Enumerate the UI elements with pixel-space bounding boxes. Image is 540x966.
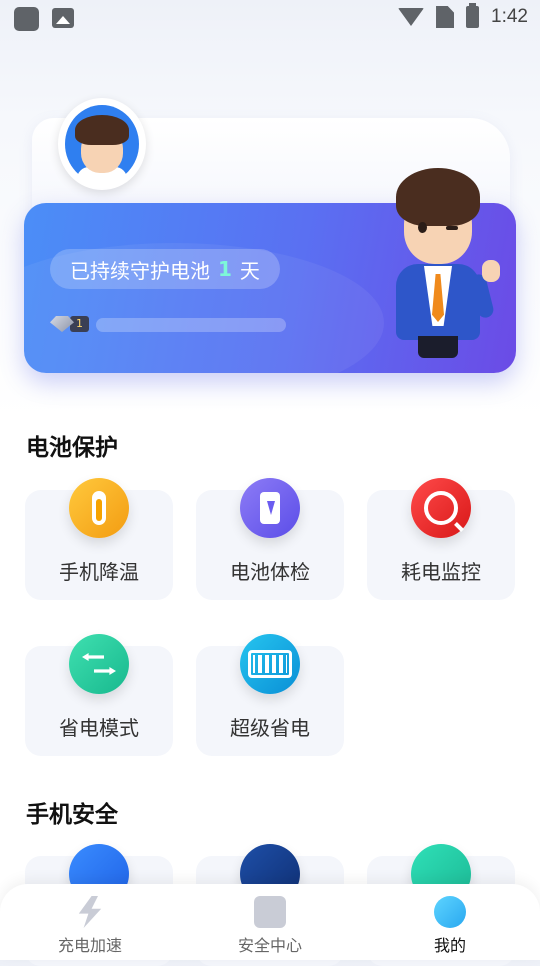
lightning-icon [78,896,102,928]
level-number: 1 [70,316,89,332]
tab-charge-boost[interactable]: 充电加速 [0,884,180,960]
tab-security-center[interactable]: 安全中心 [180,884,360,960]
tile-battery-check[interactable]: 电池体检 [196,478,344,600]
battery-charging-icon [466,3,480,28]
section-title-phone-security: 手机安全 [26,802,118,828]
mascot-illustration [388,168,510,364]
tab-me[interactable]: 我的 [360,884,540,960]
tile-super-power-saving[interactable]: 超级省电 [196,634,344,756]
tab-label: 充电加速 [57,936,122,955]
guard-prefix: 已持续守护电池 [70,258,210,283]
profile-icon [434,896,466,928]
user-avatar[interactable] [58,98,146,190]
status-time: 1:42 [491,6,528,27]
tab-label: 安全中心 [237,936,302,955]
power-monitor-icon [411,478,471,538]
tile-label: 省电模式 [59,716,139,740]
guard-days-pill: 已持续守护电池 1 天 [50,249,280,289]
guard-suffix: 天 [239,258,260,283]
tile-label: 超级省电 [230,716,310,740]
battery-full-icon [240,634,300,694]
thermometer-icon [69,478,129,538]
level-progress-bar [96,318,286,332]
tile-power-saving-mode[interactable]: 省电模式 [25,634,173,756]
wifi-icon [398,8,425,26]
swap-arrows-icon [69,634,129,694]
no-sim-icon [436,6,455,28]
image-notification-icon [52,8,74,28]
status-bar: 1:42 [0,0,540,36]
battery-check-icon [240,478,300,538]
shield-icon [254,896,286,928]
bottom-tab-bar: 充电加速 安全中心 我的 [0,884,540,960]
tab-label: 我的 [433,936,466,955]
app-notification-icon [14,7,39,31]
tile-label: 电池体检 [230,560,310,584]
tile-power-monitor[interactable]: 耗电监控 [367,478,515,600]
tile-label: 耗电监控 [401,560,481,584]
section-title-battery-protection: 电池保护 [26,435,118,461]
guard-days-count: 1 [218,257,232,281]
tile-phone-cooling[interactable]: 手机降温 [25,478,173,600]
level-badge: 1 [50,316,89,332]
tile-label: 手机降温 [59,560,139,584]
